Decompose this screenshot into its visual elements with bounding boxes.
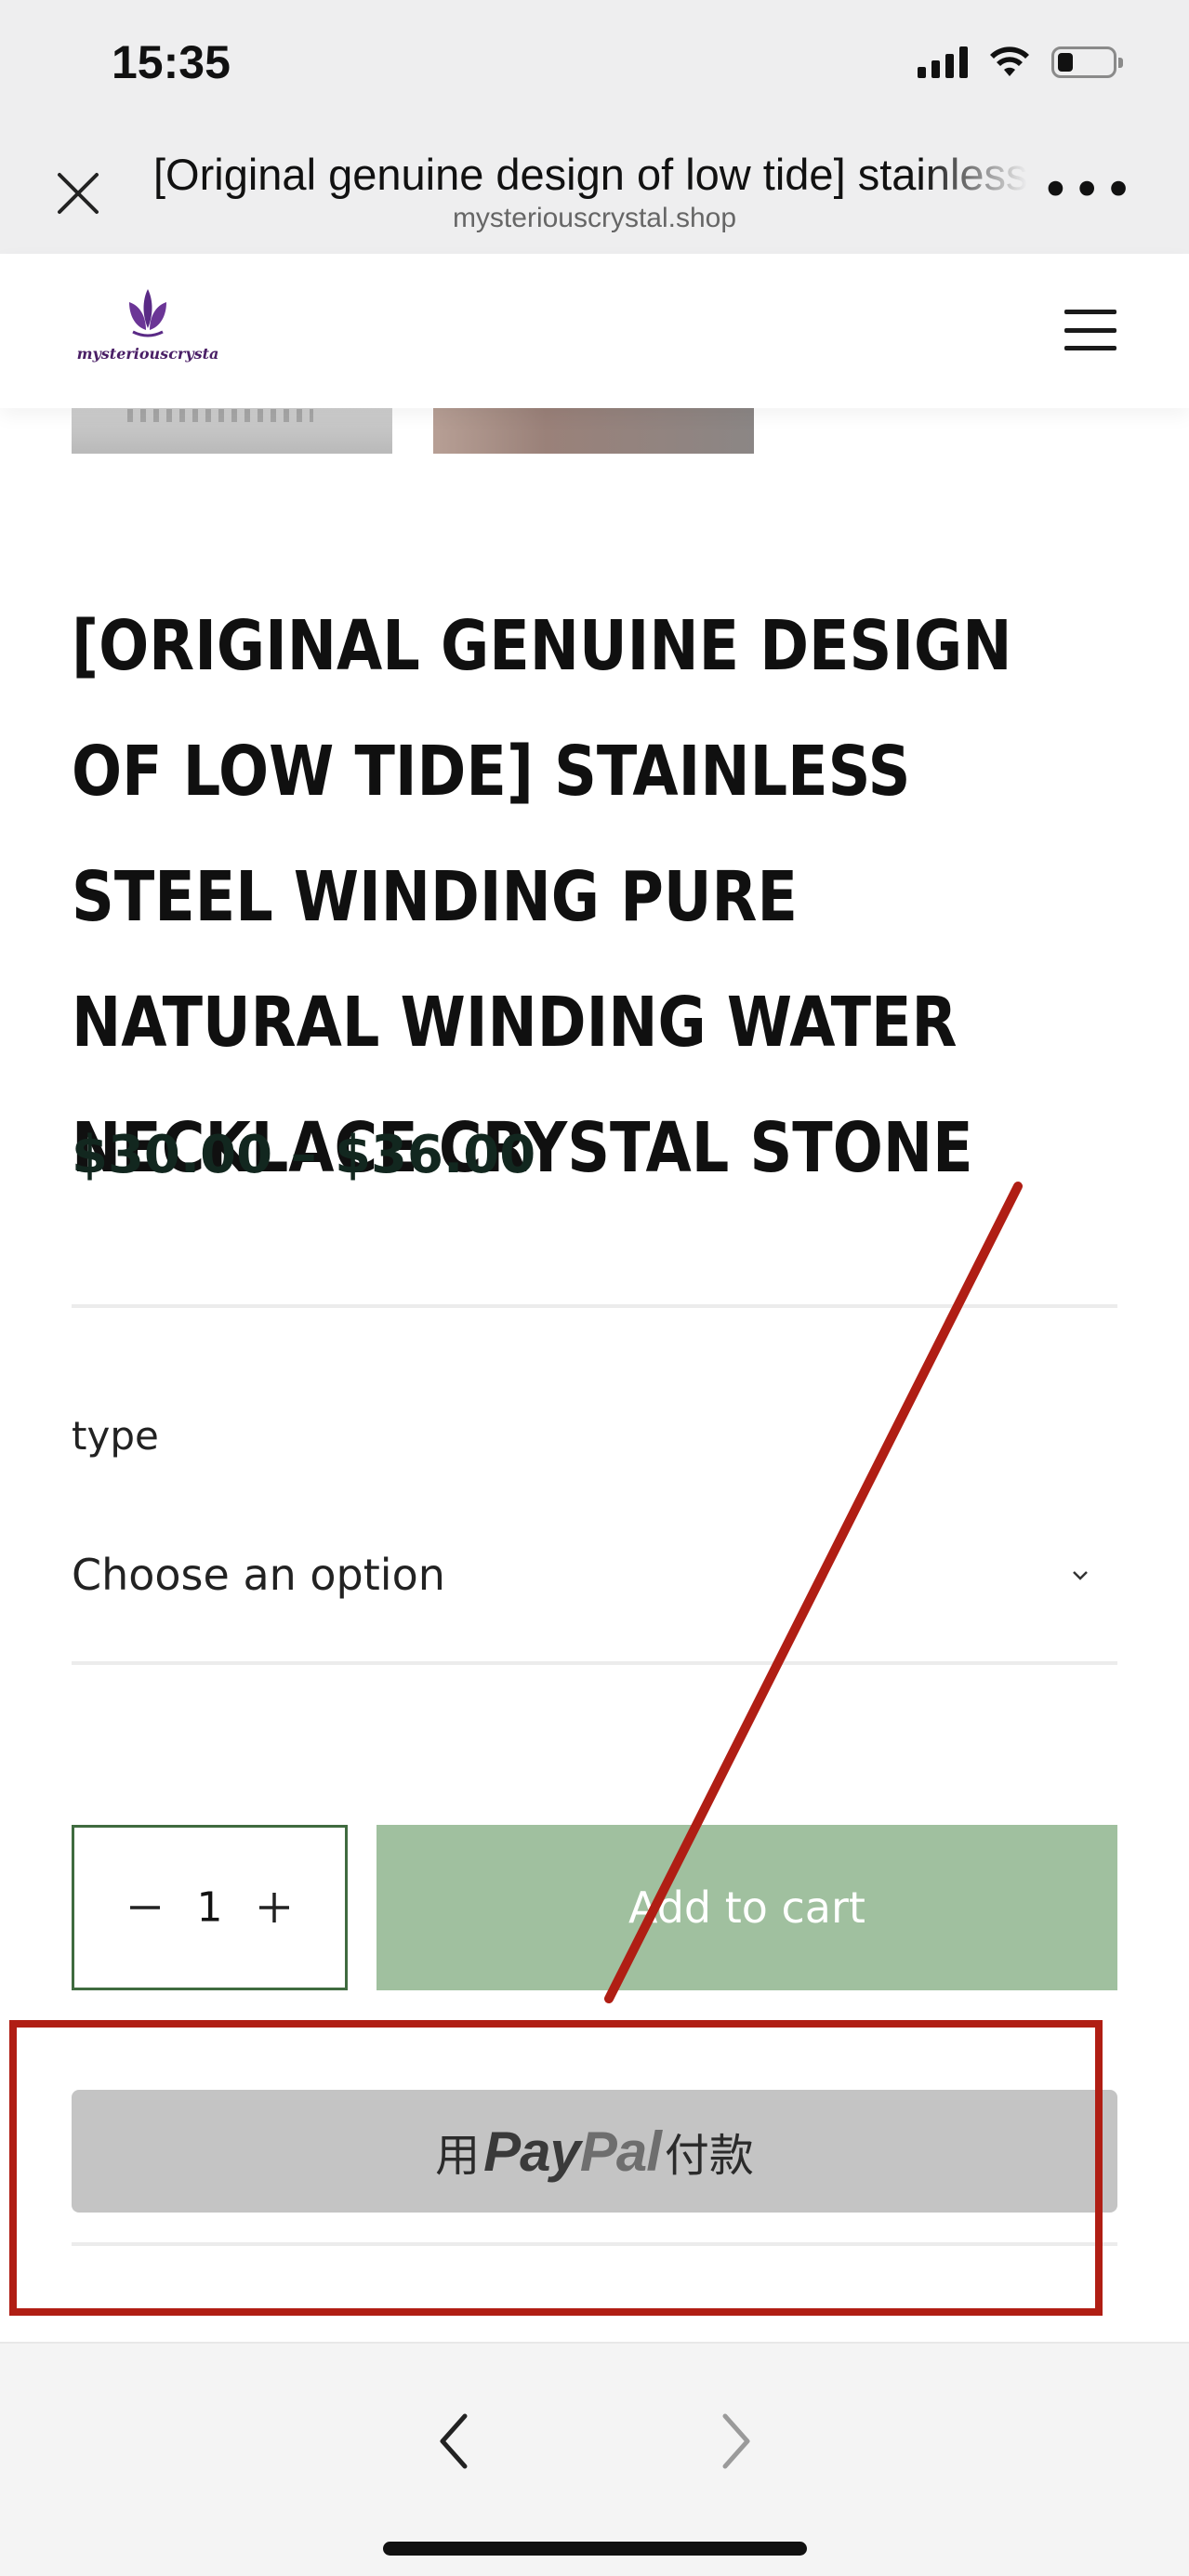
paypal-suffix: 付款 [664, 2130, 754, 2182]
forward-arrow-icon[interactable] [707, 2409, 762, 2474]
quantity-stepper[interactable]: 1 [72, 1825, 348, 1990]
select-value: Choose an option [72, 1550, 445, 1600]
back-arrow-icon[interactable] [428, 2409, 483, 2474]
browser-page-title: [Original genuine design of low tide] st… [153, 150, 1027, 199]
paypal-logo: PayPal [483, 2120, 662, 2183]
browser-bottom-bar [0, 2342, 1189, 2576]
hamburger-icon[interactable] [1064, 310, 1116, 350]
logo-text: mysteriouscrysta [76, 345, 219, 363]
home-indicator[interactable] [383, 2542, 807, 2556]
cellular-signal-icon [918, 46, 968, 78]
chevron-down-icon [1073, 1571, 1088, 1580]
site-header: mysteriouscrysta [0, 254, 1189, 408]
divider [72, 2242, 1117, 2246]
product-title: [Original genuine design of low tide] st… [72, 606, 1012, 1188]
more-icon[interactable]: ••• [1040, 165, 1135, 216]
status-time: 15:35 [112, 36, 231, 88]
add-to-cart-button[interactable]: Add to cart [377, 1825, 1117, 1990]
paypal-button[interactable]: 用 PayPal 付款 [72, 2090, 1117, 2213]
paypal-prefix: 用 [435, 2130, 481, 2182]
quantity-value[interactable]: 1 [74, 1884, 345, 1932]
wifi-icon [990, 46, 1029, 76]
battery-icon [1051, 46, 1123, 78]
lotus-logo-icon [129, 289, 166, 337]
browser-top-bar: 15:35 [Original genuine design of low ti… [0, 0, 1189, 254]
site-logo[interactable]: mysteriouscrysta [73, 287, 223, 375]
divider [72, 1304, 1117, 1308]
status-icons [918, 46, 1123, 78]
plus-icon[interactable] [256, 1889, 293, 1926]
variation-select[interactable]: Choose an option [72, 1539, 1117, 1622]
product-price: $30.00 – $36.00 [72, 1125, 536, 1185]
divider [72, 1661, 1117, 1665]
variation-label: type [72, 1413, 159, 1459]
browser-domain: mysteriouscrystal.shop [452, 203, 737, 233]
